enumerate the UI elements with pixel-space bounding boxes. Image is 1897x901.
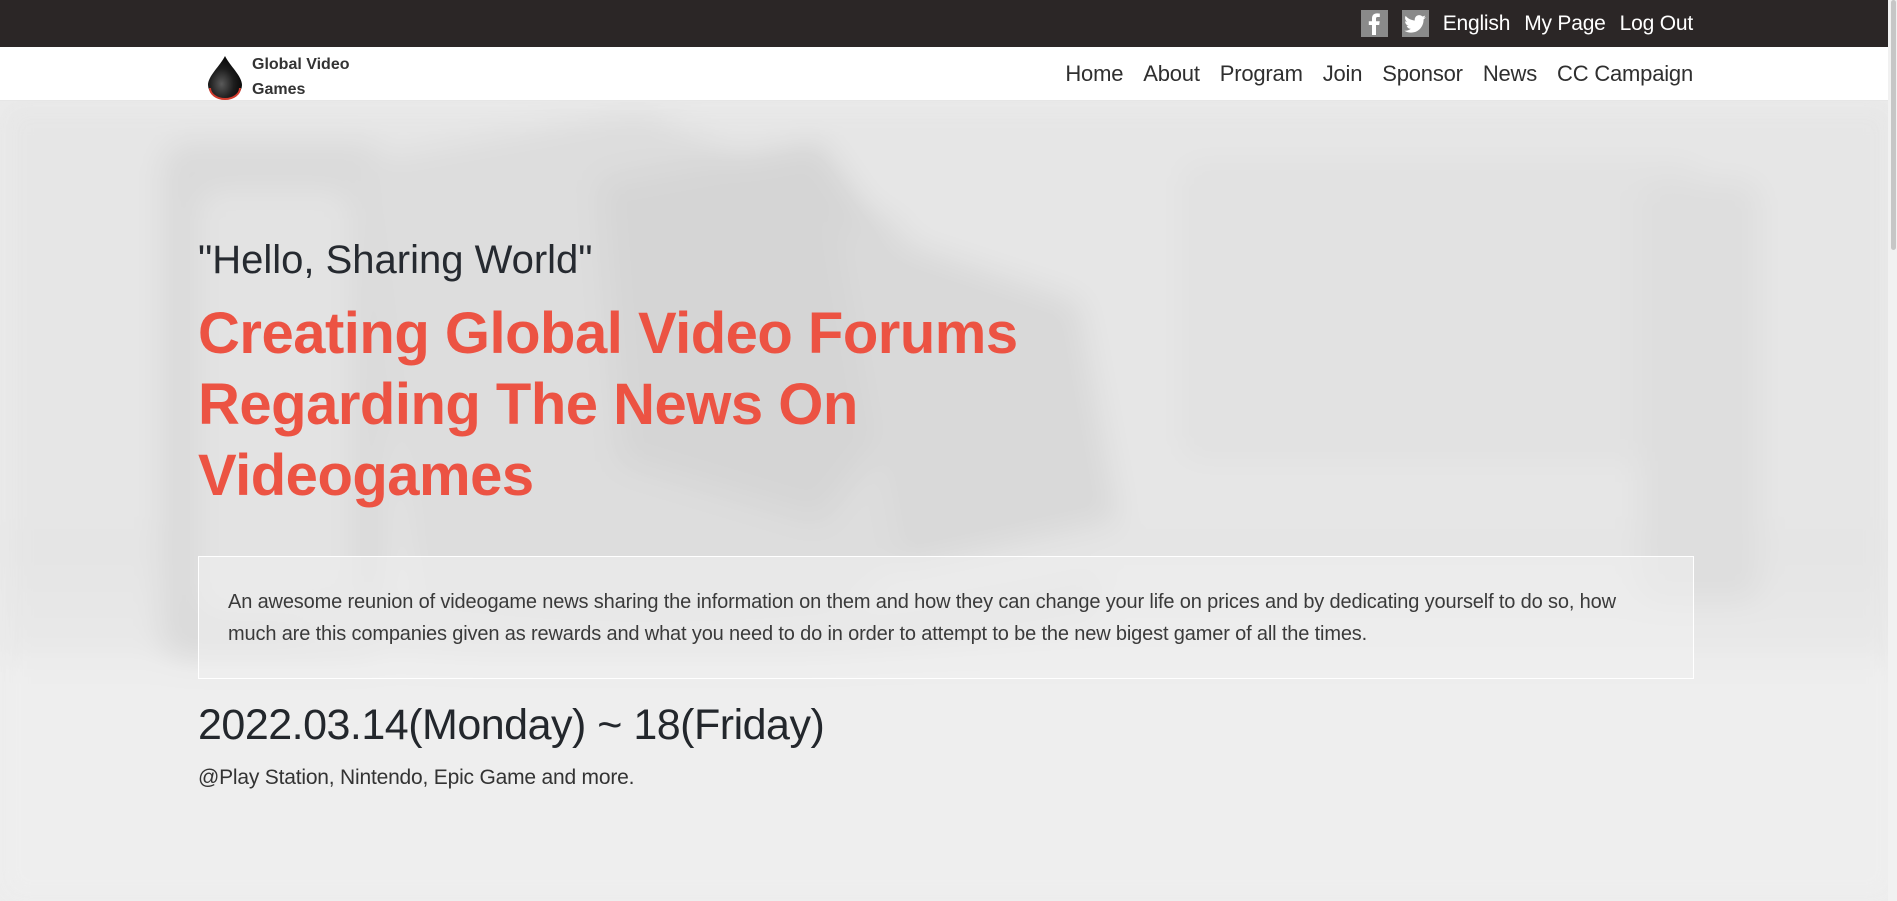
top-utility-bar: English My Page Log Out xyxy=(0,0,1897,47)
hero-tagline: "Hello, Sharing World" xyxy=(198,238,593,282)
headline-line-2: Regarding The News On xyxy=(198,372,858,437)
nav-home[interactable]: Home xyxy=(1065,61,1123,87)
nav-join[interactable]: Join xyxy=(1323,61,1363,87)
logo-line-2: Games xyxy=(252,81,306,98)
main-navbar: Global Video Games Home About Program Jo… xyxy=(0,47,1897,101)
page-scrollbar[interactable] xyxy=(1888,0,1897,901)
description-text: An awesome reunion of videogame news sha… xyxy=(228,591,1616,645)
language-link[interactable]: English xyxy=(1443,12,1511,36)
event-date: 2022.03.14(Monday) ~ 18(Friday) xyxy=(198,701,825,749)
logo-text: Global Video Games xyxy=(252,52,362,102)
facebook-icon[interactable] xyxy=(1360,10,1388,37)
logo-drop-icon xyxy=(208,56,242,100)
event-venue: @Play Station, Nintendo, Epic Game and m… xyxy=(198,766,635,789)
nav-program[interactable]: Program xyxy=(1220,61,1303,87)
description-box: An awesome reunion of videogame news sha… xyxy=(198,556,1694,679)
headline-line-1: Creating Global Video Forums xyxy=(198,301,1018,366)
nav-news[interactable]: News xyxy=(1483,61,1537,87)
nav-menu: Home About Program Join Sponsor News CC … xyxy=(1065,47,1693,101)
topbar-links: English My Page Log Out xyxy=(1360,0,1694,47)
hero-headline: Creating Global Video Forums Regarding T… xyxy=(198,298,1158,511)
site-logo[interactable]: Global Video Games xyxy=(204,52,362,102)
hero-section: "Hello, Sharing World" Creating Global V… xyxy=(0,101,1897,901)
nav-about[interactable]: About xyxy=(1143,61,1200,87)
nav-cc-campaign[interactable]: CC Campaign xyxy=(1557,61,1693,87)
my-page-link[interactable]: My Page xyxy=(1524,12,1606,36)
logo-line-1: Global Video xyxy=(252,56,350,73)
scrollbar-thumb[interactable] xyxy=(1891,0,1896,250)
nav-sponsor[interactable]: Sponsor xyxy=(1382,61,1463,87)
headline-line-3: Videogames xyxy=(198,443,534,508)
twitter-icon[interactable] xyxy=(1401,10,1429,37)
logout-link[interactable]: Log Out xyxy=(1620,12,1694,36)
